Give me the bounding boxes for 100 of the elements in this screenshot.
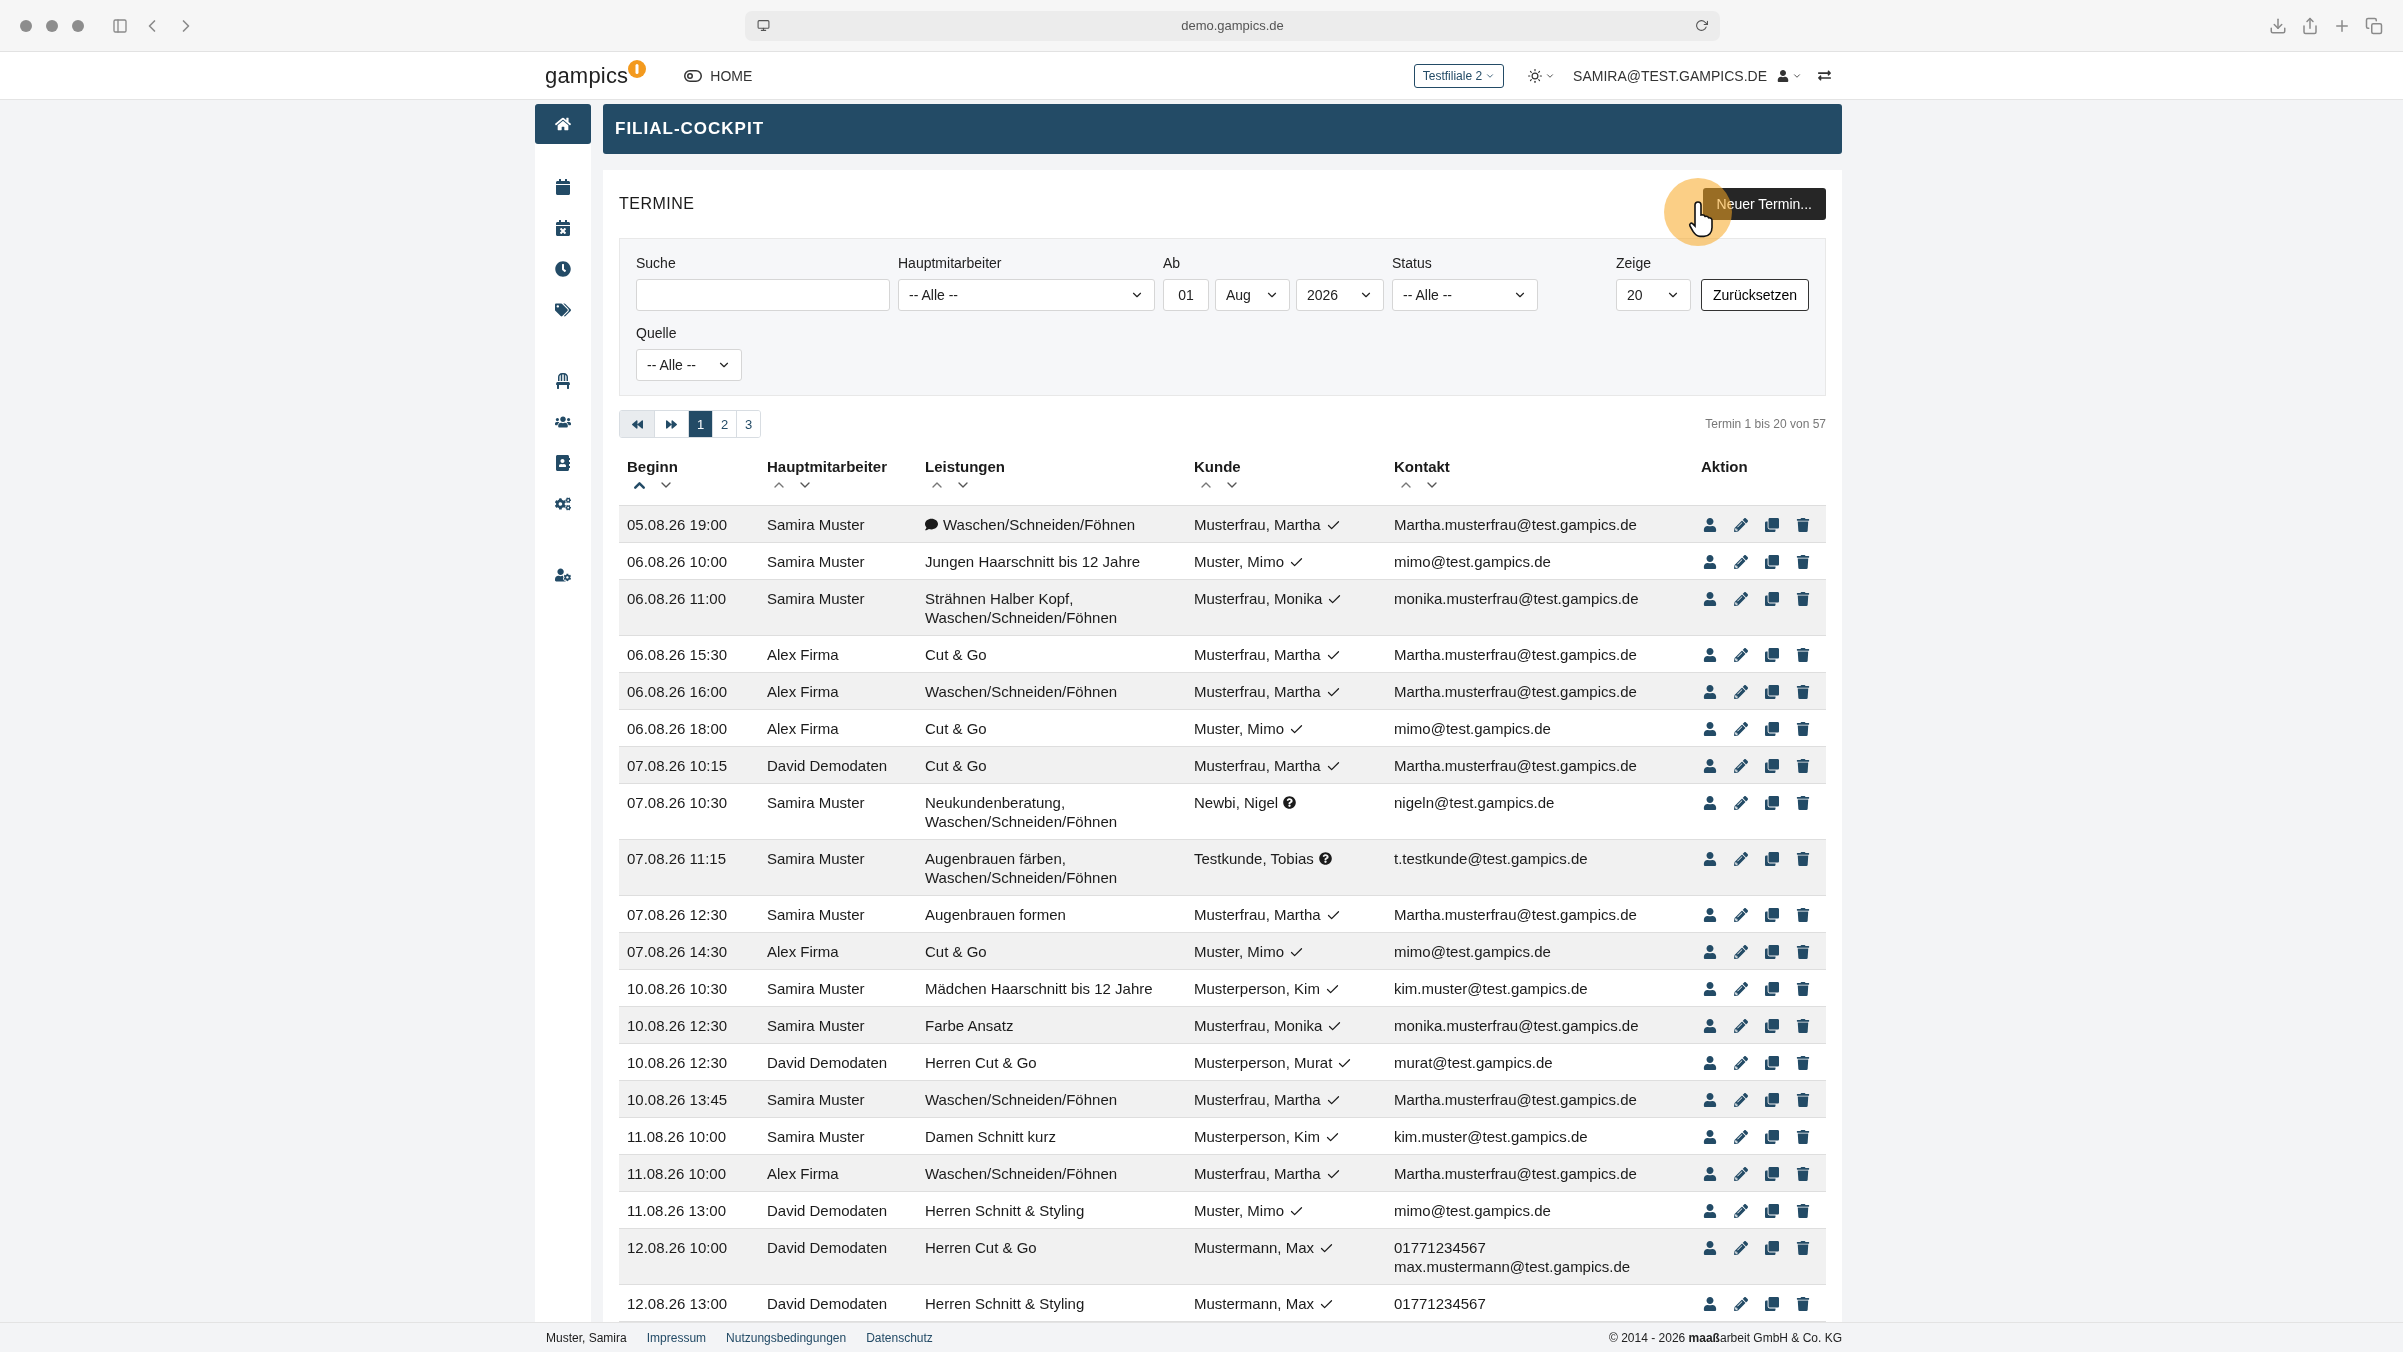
delete-button[interactable] xyxy=(1796,849,1810,868)
edit-button[interactable] xyxy=(1734,552,1748,571)
select-field[interactable]: 20 xyxy=(1615,279,1691,311)
address-bar[interactable]: demo.gampics.de xyxy=(745,10,1720,41)
copy-button[interactable] xyxy=(1765,1053,1779,1072)
branch-select[interactable]: Testfiliale 2 xyxy=(1413,63,1505,88)
delete-button[interactable] xyxy=(1796,979,1810,998)
table-row[interactable]: 07.08.26 11:15 Samira Muster Augenbrauen färben, Waschen/Schneiden/Föhnen Testkunde, Tobias t.testkunde@test.gampics.de xyxy=(619,840,1826,896)
copy-button[interactable] xyxy=(1765,682,1779,701)
edit-button[interactable] xyxy=(1734,1164,1748,1183)
edit-button[interactable] xyxy=(1734,1201,1748,1220)
edit-button[interactable] xyxy=(1734,756,1748,775)
edit-button[interactable] xyxy=(1734,719,1748,738)
copy-button[interactable] xyxy=(1765,942,1779,961)
edit-button[interactable] xyxy=(1734,905,1748,924)
select-field[interactable]: -- Alle -- xyxy=(898,279,1155,311)
page-button[interactable]: 1 xyxy=(688,411,712,437)
delete-button[interactable] xyxy=(1796,1127,1810,1146)
copy-button[interactable] xyxy=(1765,756,1779,775)
delete-button[interactable] xyxy=(1796,682,1810,701)
copy-button[interactable] xyxy=(1765,793,1779,812)
download-icon[interactable] xyxy=(2269,16,2287,35)
edit-button[interactable] xyxy=(1734,1127,1748,1146)
edit-button[interactable] xyxy=(1734,1053,1748,1072)
theme-menu[interactable] xyxy=(1528,68,1556,83)
delete-button[interactable] xyxy=(1796,645,1810,664)
customer-button[interactable] xyxy=(1703,719,1717,738)
customer-button[interactable] xyxy=(1703,589,1717,608)
customer-button[interactable] xyxy=(1703,1016,1717,1035)
edit-button[interactable] xyxy=(1734,1238,1748,1257)
copy-button[interactable] xyxy=(1765,1201,1779,1220)
user-menu[interactable] xyxy=(1777,69,1802,82)
edit-button[interactable] xyxy=(1734,1294,1748,1313)
delete-button[interactable] xyxy=(1796,1090,1810,1109)
sidebar-icon[interactable] xyxy=(112,17,128,34)
footer-link[interactable]: Nutzungsbedingungen xyxy=(726,1330,847,1345)
table-row[interactable]: 07.08.26 10:15 David Demodaten Cut & Go Musterfrau, Martha Martha.musterfrau@test.gampics.de xyxy=(619,747,1826,784)
table-row[interactable]: 12.08.26 10:00 David Demodaten Herren Cut & Go Mustermann, Max 01771234567 max.mustermann@test.gampics.de xyxy=(619,1229,1826,1285)
user-email[interactable]: SAMIRA@TEST.GAMPICS.DE xyxy=(1573,67,1767,84)
edit-button[interactable] xyxy=(1734,979,1748,998)
year-select[interactable]: 2026 xyxy=(1296,279,1384,311)
edit-button[interactable] xyxy=(1734,793,1748,812)
customer-button[interactable] xyxy=(1703,645,1717,664)
copy-button[interactable] xyxy=(1765,1090,1779,1109)
delete-button[interactable] xyxy=(1796,1016,1810,1035)
footer-link[interactable]: Datenschutz xyxy=(866,1330,933,1345)
edit-button[interactable] xyxy=(1734,1090,1748,1109)
select-field[interactable]: -- Alle -- xyxy=(1392,279,1538,311)
customer-button[interactable] xyxy=(1703,1127,1717,1146)
sidebar-item[interactable] xyxy=(535,104,591,144)
table-row[interactable]: 05.08.26 19:00 Samira Muster Waschen/Schneiden/Föhnen Musterfrau, Martha Martha.musterfrau@test.gampics.de xyxy=(619,506,1826,543)
customer-button[interactable] xyxy=(1703,1238,1717,1257)
delete-button[interactable] xyxy=(1796,756,1810,775)
customer-button[interactable] xyxy=(1703,552,1717,571)
delete-button[interactable] xyxy=(1796,942,1810,961)
home-link[interactable]: HOME xyxy=(684,66,753,85)
edit-button[interactable] xyxy=(1734,515,1748,534)
table-row[interactable]: 06.08.26 16:00 Alex Firma Waschen/Schneiden/Föhnen Musterfrau, Martha Martha.musterfrau@test.gampics.de xyxy=(619,673,1826,710)
copy-button[interactable] xyxy=(1765,979,1779,998)
delete-button[interactable] xyxy=(1796,719,1810,738)
delete-button[interactable] xyxy=(1796,1294,1810,1313)
edit-button[interactable] xyxy=(1734,942,1748,961)
edit-button[interactable] xyxy=(1734,645,1748,664)
table-row[interactable]: 10.08.26 12:30 Samira Muster Farbe Ansatz Musterfrau, Monika monika.musterfrau@test.gampics.de xyxy=(619,1007,1826,1044)
copy-button[interactable] xyxy=(1765,719,1779,738)
tabs-icon[interactable] xyxy=(2365,16,2383,35)
select-field[interactable]: -- Alle -- xyxy=(636,349,742,381)
customer-button[interactable] xyxy=(1703,793,1717,812)
copy-button[interactable] xyxy=(1765,1164,1779,1183)
customer-button[interactable] xyxy=(1703,849,1717,868)
copy-button[interactable] xyxy=(1765,849,1779,868)
copy-button[interactable] xyxy=(1765,515,1779,534)
copy-button[interactable] xyxy=(1765,905,1779,924)
customer-button[interactable] xyxy=(1703,1294,1717,1313)
customer-button[interactable] xyxy=(1703,1090,1717,1109)
month-select[interactable]: Aug xyxy=(1215,279,1290,311)
search-field[interactable] xyxy=(636,279,890,311)
reset-button[interactable]: Zurücksetzen xyxy=(1700,279,1809,311)
delete-button[interactable] xyxy=(1796,1238,1810,1257)
reload-icon[interactable] xyxy=(1695,19,1708,32)
customer-button[interactable] xyxy=(1703,979,1717,998)
customer-button[interactable] xyxy=(1703,905,1717,924)
customer-button[interactable] xyxy=(1703,515,1717,534)
delete-button[interactable] xyxy=(1796,589,1810,608)
edit-button[interactable] xyxy=(1734,1016,1748,1035)
page-button[interactable]: 3 xyxy=(736,411,760,437)
table-row[interactable]: 10.08.26 13:45 Samira Muster Waschen/Schneiden/Föhnen Musterfrau, Martha Martha.musterfrau@test.gampics.de xyxy=(619,1081,1826,1118)
edit-button[interactable] xyxy=(1734,682,1748,701)
table-row[interactable]: 06.08.26 11:00 Samira Muster Strähnen Halber Kopf, Waschen/Schneiden/Föhnen Musterfrau, Monika monika.musterfrau@test.gampics.de xyxy=(619,580,1826,636)
copy-button[interactable] xyxy=(1765,1238,1779,1257)
customer-button[interactable] xyxy=(1703,1201,1717,1220)
share-icon[interactable] xyxy=(2301,16,2319,35)
table-row[interactable]: 07.08.26 14:30 Alex Firma Cut & Go Muster, Mimo mimo@test.gampics.de xyxy=(619,933,1826,970)
delete-button[interactable] xyxy=(1796,552,1810,571)
delete-button[interactable] xyxy=(1796,515,1810,534)
customer-button[interactable] xyxy=(1703,1053,1717,1072)
edit-button[interactable] xyxy=(1734,589,1748,608)
copy-button[interactable] xyxy=(1765,552,1779,571)
footer-link[interactable]: Impressum xyxy=(646,1330,707,1345)
first-page-button[interactable] xyxy=(620,411,654,437)
